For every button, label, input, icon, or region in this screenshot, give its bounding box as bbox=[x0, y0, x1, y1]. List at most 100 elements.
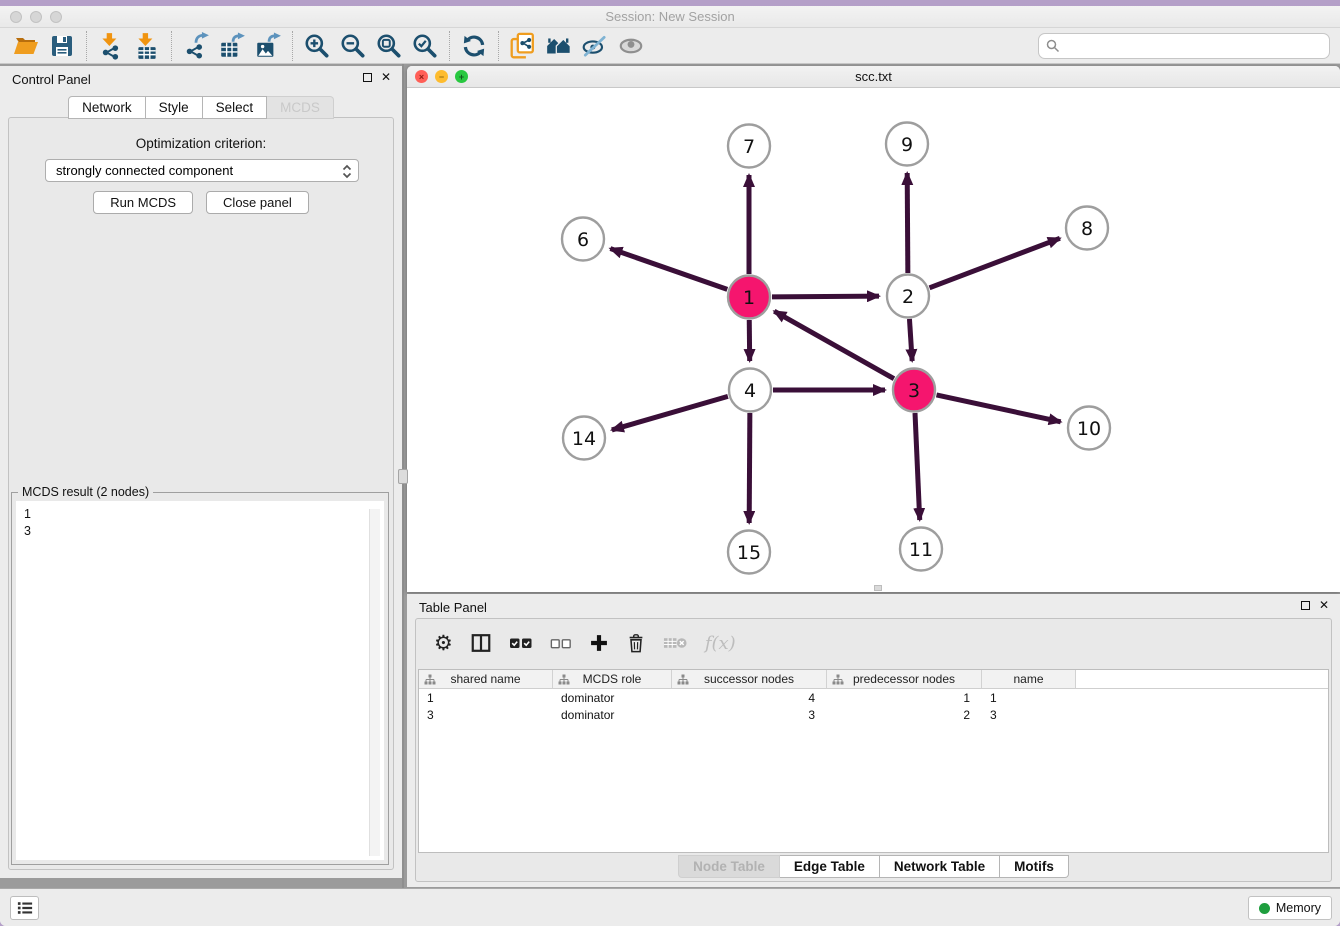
toolbar-separator bbox=[86, 31, 87, 61]
import-network-icon[interactable] bbox=[93, 30, 129, 62]
node-table: shared name MCDS role successor nodes bbox=[418, 669, 1329, 853]
tab-mcds[interactable]: MCDS bbox=[267, 96, 334, 119]
tab-style[interactable]: Style bbox=[146, 96, 203, 119]
columns-icon[interactable] bbox=[470, 632, 492, 654]
graph-node-8[interactable]: 8 bbox=[1066, 207, 1108, 250]
graph-node-9[interactable]: 9 bbox=[886, 123, 928, 166]
result-scrollbar[interactable] bbox=[369, 509, 380, 856]
table-panel-title: Table Panel bbox=[419, 600, 487, 615]
edge-2-9[interactable] bbox=[907, 173, 908, 273]
mcds-result-line: 3 bbox=[24, 523, 384, 540]
column-type-icon bbox=[424, 674, 436, 686]
eye-strike-icon[interactable] bbox=[577, 30, 613, 62]
column-header-shared-name[interactable]: shared name bbox=[419, 670, 553, 689]
graph-node-10[interactable]: 10 bbox=[1068, 407, 1110, 450]
zoom-fit-icon[interactable] bbox=[371, 30, 407, 62]
graph-node-1[interactable]: 1 bbox=[728, 276, 770, 319]
column-type-icon bbox=[677, 674, 689, 686]
documents-share-icon[interactable] bbox=[505, 30, 541, 62]
network-canvas[interactable]: 7 9 6 8 1 2 4 3 14 10 15 11 bbox=[407, 88, 1340, 592]
graph-node-7[interactable]: 7 bbox=[728, 125, 770, 168]
export-table-icon[interactable] bbox=[214, 30, 250, 62]
close-table-panel-icon[interactable]: ✕ bbox=[1319, 598, 1329, 612]
table-cell: 1 bbox=[827, 689, 982, 706]
zoom-selected-icon[interactable] bbox=[407, 30, 443, 62]
edge-2-8[interactable] bbox=[930, 238, 1060, 288]
mcds-result-title: MCDS result (2 nodes) bbox=[18, 485, 153, 499]
graph-node-3[interactable]: 3 bbox=[893, 369, 935, 412]
node-label: 9 bbox=[901, 134, 913, 156]
panel-divider-grip[interactable] bbox=[398, 469, 408, 484]
column-header-filler bbox=[1076, 670, 1328, 689]
column-header-predecessor-nodes[interactable]: predecessor nodes bbox=[827, 670, 982, 689]
tab-network-table[interactable]: Network Table bbox=[880, 855, 1000, 878]
search-input[interactable] bbox=[1065, 39, 1329, 54]
edge-3-10[interactable] bbox=[936, 395, 1060, 422]
table-tabs: Node Table Edge Table Network Table Moti… bbox=[416, 855, 1331, 878]
table-cell: 3 bbox=[672, 706, 827, 723]
export-image-icon[interactable] bbox=[250, 30, 286, 62]
deselect-all-checkboxes-icon[interactable] bbox=[550, 637, 572, 650]
column-header-name[interactable]: name bbox=[982, 670, 1076, 689]
memory-label: Memory bbox=[1276, 901, 1321, 915]
search-box[interactable] bbox=[1038, 33, 1330, 59]
table-cell: dominator bbox=[553, 706, 672, 723]
mcds-result-list[interactable]: 1 3 bbox=[16, 501, 384, 860]
import-table-icon[interactable] bbox=[129, 30, 165, 62]
edge-4-15[interactable] bbox=[749, 413, 750, 523]
float-table-panel-icon[interactable] bbox=[1301, 601, 1310, 610]
mcds-result-group: MCDS result (2 nodes) 1 3 bbox=[11, 492, 389, 865]
edge-1-6[interactable] bbox=[610, 249, 727, 290]
zoom-in-icon[interactable] bbox=[299, 30, 335, 62]
tab-motifs[interactable]: Motifs bbox=[1000, 855, 1069, 878]
edge-1-2[interactable] bbox=[772, 296, 879, 297]
criterion-select[interactable]: strongly connected component bbox=[45, 159, 359, 182]
float-panel-icon[interactable] bbox=[363, 73, 372, 82]
graph-node-11[interactable]: 11 bbox=[900, 528, 942, 571]
table-toolbar: ⚙ bbox=[416, 619, 1331, 667]
select-all-checkboxes-icon[interactable] bbox=[509, 636, 533, 650]
table-cell: 2 bbox=[827, 706, 982, 723]
tab-select[interactable]: Select bbox=[203, 96, 268, 119]
canvas-resize-grip[interactable] bbox=[874, 585, 882, 591]
tab-network[interactable]: Network bbox=[68, 96, 146, 119]
graph-node-6[interactable]: 6 bbox=[562, 218, 604, 261]
node-label: 15 bbox=[737, 542, 761, 564]
column-header-mcds-role[interactable]: MCDS role bbox=[553, 670, 672, 689]
edge-2-3[interactable] bbox=[909, 319, 912, 361]
save-icon[interactable] bbox=[44, 30, 80, 62]
refresh-layout-icon[interactable] bbox=[456, 30, 492, 62]
close-panel-button[interactable]: Close panel bbox=[206, 191, 309, 214]
edge-3-11[interactable] bbox=[915, 413, 920, 520]
table-row[interactable]: 1dominator411 bbox=[419, 689, 1328, 706]
table-cell-filler bbox=[1076, 706, 1328, 723]
node-label: 14 bbox=[572, 428, 596, 450]
memory-button[interactable]: Memory bbox=[1248, 896, 1332, 920]
task-history-button[interactable] bbox=[10, 896, 39, 920]
node-label: 8 bbox=[1081, 218, 1093, 240]
graph-node-14[interactable]: 14 bbox=[563, 417, 605, 460]
open-folder-icon[interactable] bbox=[8, 30, 44, 62]
zoom-out-icon[interactable] bbox=[335, 30, 371, 62]
add-column-icon[interactable] bbox=[589, 633, 609, 653]
close-panel-icon[interactable]: ✕ bbox=[381, 70, 391, 84]
table-row[interactable]: 3dominator323 bbox=[419, 706, 1328, 723]
tab-node-table[interactable]: Node Table bbox=[678, 855, 780, 878]
gear-icon[interactable]: ⚙ bbox=[434, 631, 453, 656]
toolbar-separator bbox=[498, 31, 499, 61]
edge-4-14[interactable] bbox=[612, 396, 728, 430]
toolbar-separator bbox=[292, 31, 293, 61]
graph-node-2[interactable]: 2 bbox=[887, 275, 929, 318]
graph-node-15[interactable]: 15 bbox=[728, 531, 770, 574]
edge-3-1[interactable] bbox=[774, 311, 894, 378]
export-network-icon[interactable] bbox=[178, 30, 214, 62]
double-house-icon[interactable] bbox=[541, 30, 577, 62]
delete-table-icon bbox=[663, 635, 688, 651]
table-cell: 4 bbox=[672, 689, 827, 706]
tab-edge-table[interactable]: Edge Table bbox=[780, 855, 880, 878]
graph-node-4[interactable]: 4 bbox=[729, 369, 771, 412]
trash-icon[interactable] bbox=[626, 632, 646, 654]
run-mcds-button[interactable]: Run MCDS bbox=[93, 191, 193, 214]
column-header-successor-nodes[interactable]: successor nodes bbox=[672, 670, 827, 689]
toolbar-separator bbox=[171, 31, 172, 61]
